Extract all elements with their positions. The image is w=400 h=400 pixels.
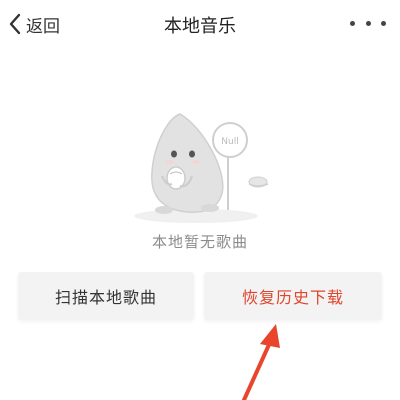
top-bar: 返回 本地音乐 (0, 0, 400, 48)
red-arrow-icon (230, 318, 300, 400)
restore-button-label: 恢复历史下载 (241, 288, 344, 307)
null-sign-text: Null (221, 137, 238, 147)
page-title: 本地音乐 (164, 16, 236, 37)
more-dots-icon[interactable] (350, 12, 386, 34)
empty-message: 本地暂无歌曲 (151, 233, 248, 251)
local-music-screen: 返回 本地音乐 Null 本地暂无歌曲 扫描本地歌曲 恢复历史下载 (0, 0, 400, 400)
scan-local-songs-button[interactable]: 扫描本地歌曲 (18, 272, 194, 320)
restore-download-history-button[interactable]: 恢复历史下载 (204, 272, 382, 320)
scan-button-label: 扫描本地歌曲 (54, 288, 157, 307)
shrimp-mascot-illustration: Null (118, 92, 288, 232)
